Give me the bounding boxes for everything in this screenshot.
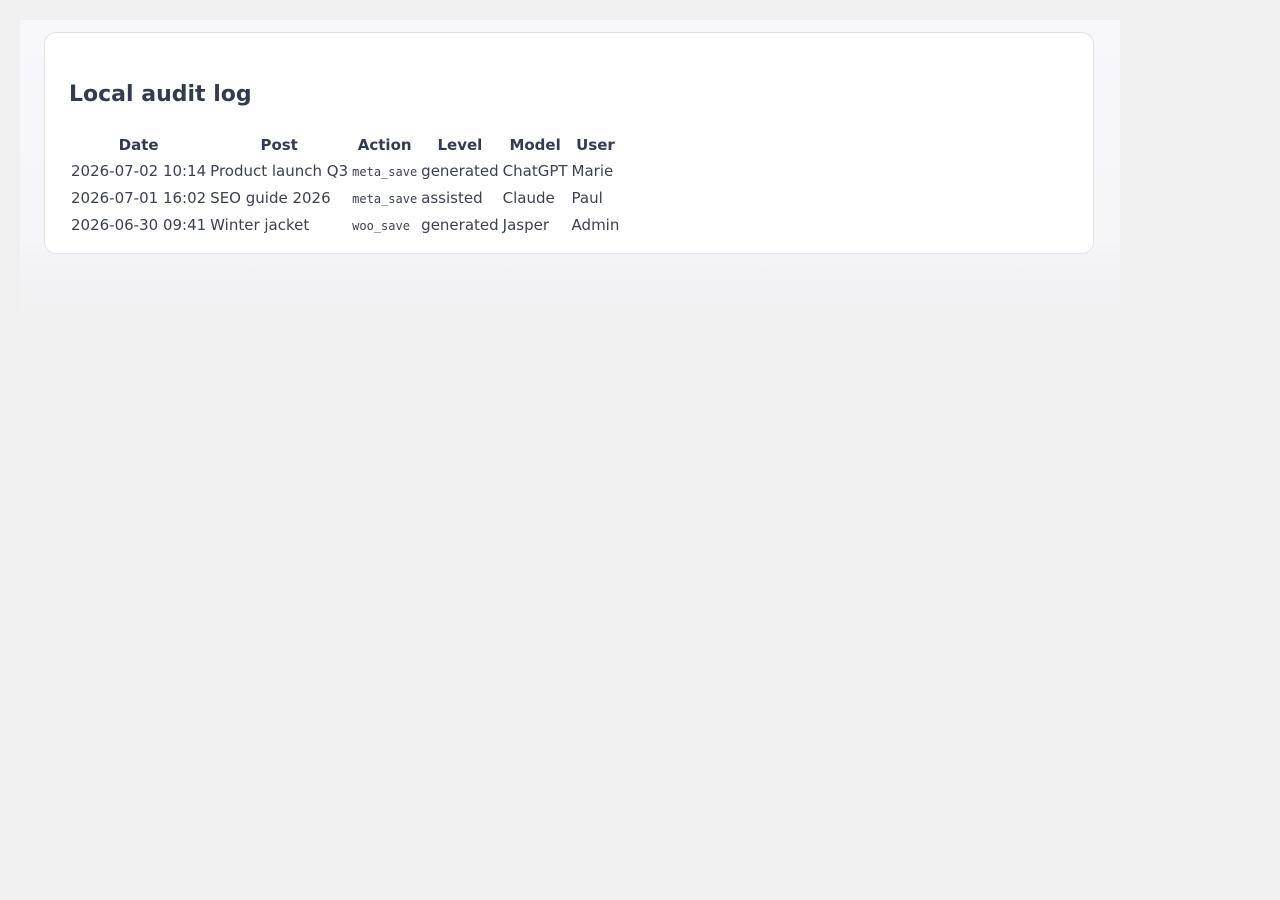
cell-action: meta_save: [352, 191, 418, 206]
cell-post: Winter jacket: [210, 215, 310, 234]
cell-user: Marie: [571, 161, 614, 180]
cell-date: 2026-07-01 16:02: [71, 188, 207, 207]
cell-model: Claude: [502, 188, 555, 207]
cell-post: Product launch Q3: [210, 161, 349, 180]
cell-user: Paul: [571, 188, 603, 207]
cell-date: 2026-06-30 09:41: [71, 215, 207, 234]
cell-action: woo_save: [352, 218, 410, 233]
column-header-date: Date: [118, 135, 159, 154]
table-header-row: Date Post Action Level Model User: [69, 132, 621, 157]
table-row: 2026-07-02 10:14 Product launch Q3 meta_…: [69, 157, 621, 184]
cell-date: 2026-07-02 10:14: [71, 161, 207, 180]
audit-log-table: Date Post Action Level Model User 2026-0…: [69, 132, 621, 238]
table-row: 2026-07-01 16:02 SEO guide 2026 meta_sav…: [69, 184, 621, 211]
cell-post: SEO guide 2026: [210, 188, 331, 207]
column-header-model: Model: [509, 135, 561, 154]
column-header-level: Level: [437, 135, 483, 154]
page-background: Local audit log Date Post Action Level M…: [20, 20, 1120, 330]
cell-action: meta_save: [352, 164, 418, 179]
card-title: Local audit log: [69, 82, 252, 107]
column-header-user: User: [576, 135, 615, 154]
cell-model: Jasper: [502, 215, 550, 234]
cell-level: generated: [421, 161, 499, 180]
column-header-post: Post: [260, 135, 298, 154]
cell-level: generated: [421, 215, 499, 234]
cell-user: Admin: [571, 215, 620, 234]
column-header-action: Action: [357, 135, 412, 154]
table-row: 2026-06-30 09:41 Winter jacket woo_save …: [69, 211, 621, 238]
cell-level: assisted: [421, 188, 483, 207]
audit-log-card: Local audit log Date Post Action Level M…: [44, 32, 1094, 254]
cell-model: ChatGPT: [502, 161, 568, 180]
